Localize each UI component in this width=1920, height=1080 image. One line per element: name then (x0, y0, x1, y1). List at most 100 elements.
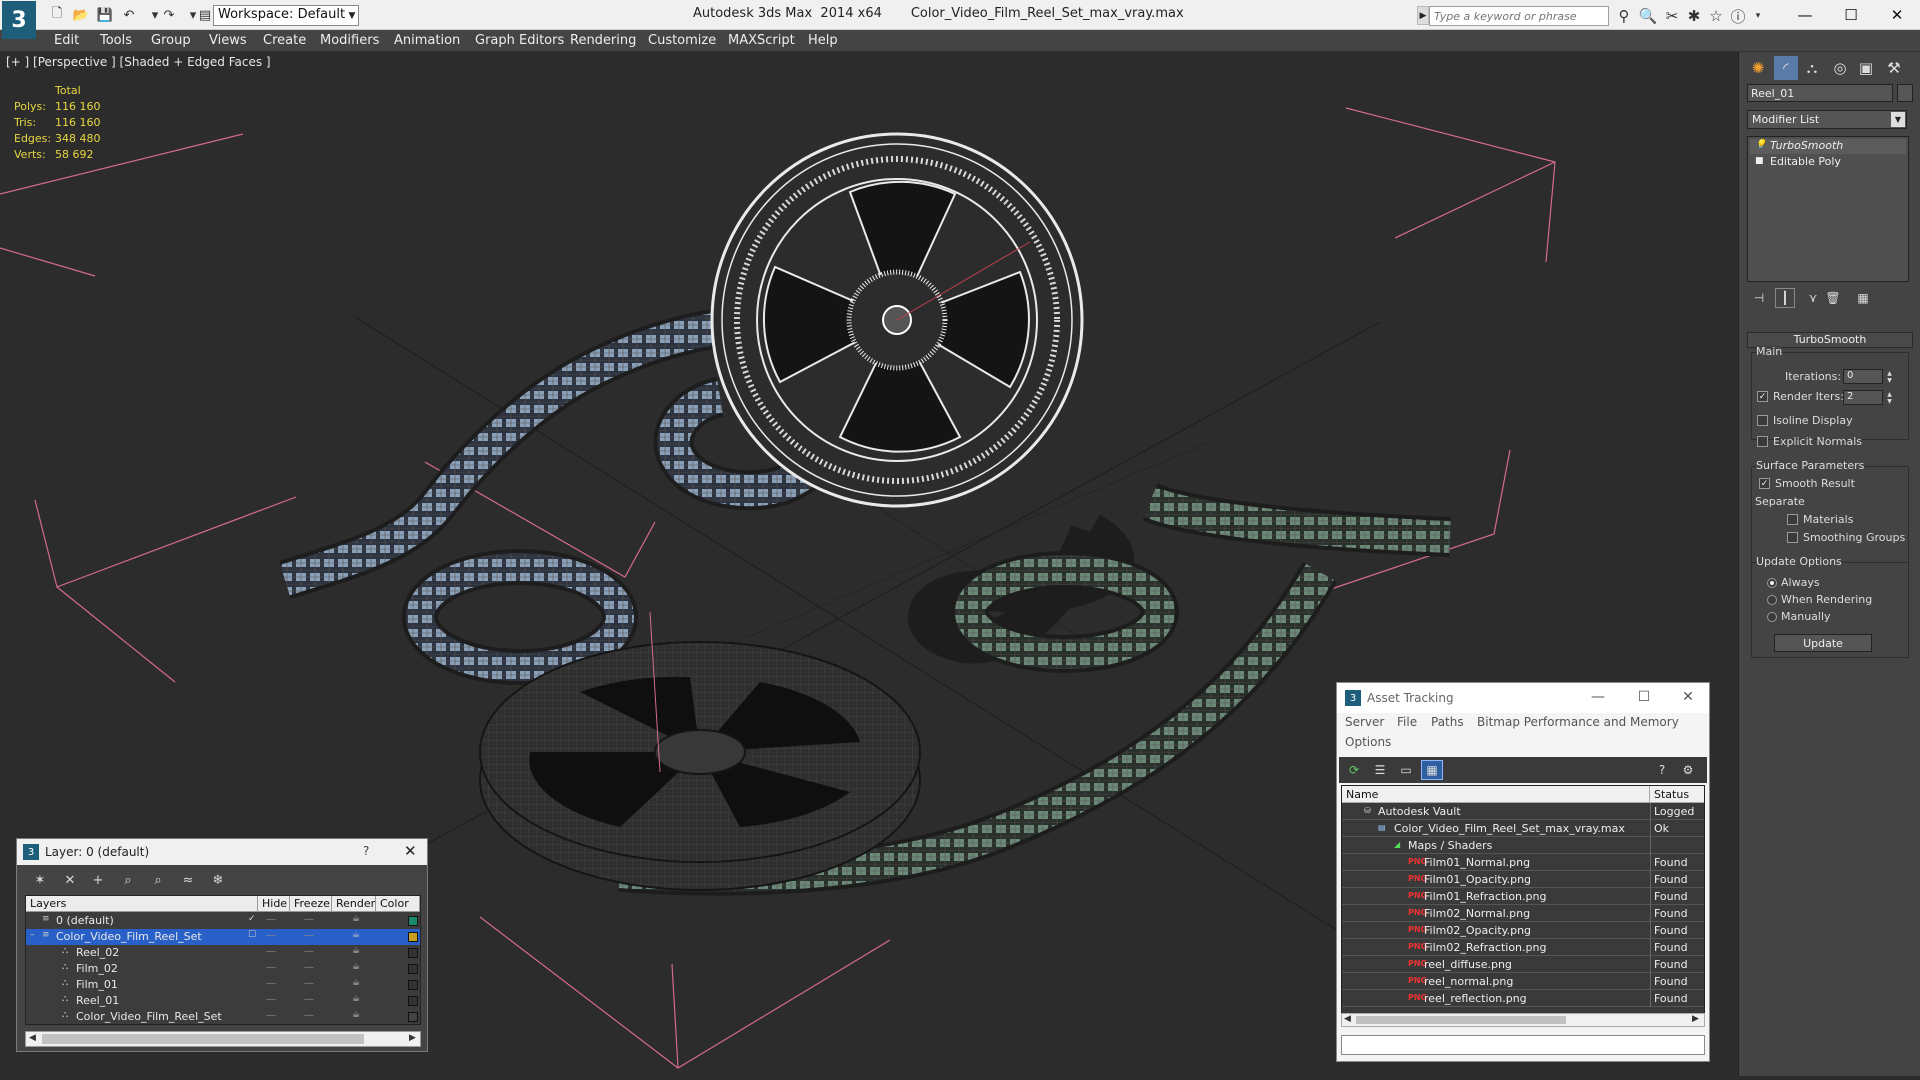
table-view-icon[interactable]: ▦ (1421, 760, 1443, 780)
freeze-toggle[interactable]: — (304, 1010, 314, 1021)
column-header-freeze[interactable]: Freeze (290, 896, 332, 912)
hide-toggle[interactable]: — (266, 994, 276, 1005)
chevron-down-icon[interactable]: ▾ (1748, 6, 1768, 26)
materials-checkbox[interactable] (1787, 514, 1798, 525)
layer-color-swatch[interactable] (408, 916, 418, 926)
list-view-icon[interactable]: ☰ (1369, 760, 1391, 780)
motion-tab-icon[interactable]: ◎ (1828, 56, 1852, 80)
hide-unhide-layers-icon[interactable]: ≈ (177, 870, 199, 890)
remove-modifier-icon[interactable]: 🗑 (1823, 288, 1843, 308)
minimize-icon[interactable]: — (1585, 689, 1611, 705)
render-teapot-icon[interactable]: ☕ (352, 930, 360, 940)
help-button[interactable]: ? (363, 844, 369, 858)
layer-color-swatch[interactable] (408, 996, 418, 1006)
hide-toggle[interactable]: — (266, 962, 276, 973)
menu-customize[interactable]: Customize (648, 33, 716, 48)
close-icon[interactable]: ✕ (404, 842, 417, 860)
menu-maxscript[interactable]: MAXScript (728, 33, 795, 48)
freeze-toggle[interactable]: — (304, 930, 314, 941)
undo-icon[interactable]: ↶ (120, 6, 138, 24)
scrollbar-thumb[interactable] (1356, 1016, 1566, 1024)
expand-plus-icon[interactable]: ■ (1755, 156, 1764, 166)
active-layer-check-icon[interactable]: ✓ (248, 914, 256, 924)
search-icon[interactable]: 🔍 (1638, 6, 1658, 26)
display-tab-icon[interactable]: ▣ (1854, 56, 1878, 80)
render-iters-checkbox[interactable]: ✓ (1757, 391, 1768, 402)
menu-animation[interactable]: Animation (394, 33, 460, 48)
menu-group[interactable]: Group (151, 33, 191, 48)
menu-modifiers[interactable]: Modifiers (320, 33, 379, 48)
utilities-tab-icon[interactable]: ⚒ (1882, 56, 1906, 80)
modifier-list-dropdown[interactable]: Modifier List (1747, 110, 1907, 129)
minimize-icon[interactable]: — (1782, 0, 1828, 30)
light-bulb-icon[interactable]: 💡 (1755, 140, 1766, 150)
app-logo-icon[interactable]: 3 (2, 1, 36, 39)
layer-color-swatch[interactable] (408, 932, 418, 942)
close-icon[interactable]: ✕ (1675, 689, 1701, 705)
asset-row[interactable]: PNG Film02_Opacity.png Found (1342, 922, 1704, 939)
collapse-icon[interactable]: – (30, 930, 35, 940)
modify-tab-icon[interactable]: ◜ (1774, 56, 1798, 80)
settings-icon[interactable]: ⚙ (1677, 760, 1699, 780)
chevron-down-icon[interactable]: ▼ (1891, 112, 1905, 127)
layer-color-swatch[interactable] (408, 1012, 418, 1022)
layer-row[interactable]: ⛬ Film_02 — — ☕ (26, 961, 420, 977)
layer-color-swatch[interactable] (408, 948, 418, 958)
asset-row[interactable]: PNG Film01_Opacity.png Found (1342, 871, 1704, 888)
update-always-radio[interactable] (1767, 578, 1777, 588)
render-teapot-icon[interactable]: ☕ (352, 994, 360, 1004)
asset-path-field[interactable] (1341, 1035, 1705, 1055)
column-header-name[interactable]: Name (1342, 786, 1650, 803)
chevron-down-icon[interactable]: ▼ (346, 6, 358, 25)
layer-row[interactable]: ⛬ Reel_01 — — ☕ (26, 993, 420, 1009)
hide-toggle[interactable]: — (266, 914, 276, 925)
explicit-normals-checkbox[interactable] (1757, 436, 1768, 447)
maximize-icon[interactable]: ☐ (1828, 0, 1874, 30)
thumbnail-view-icon[interactable]: ▭ (1395, 760, 1417, 780)
render-teapot-icon[interactable]: ☕ (352, 914, 360, 924)
menu-bitmap-performance[interactable]: Bitmap Performance and Memory (1477, 715, 1679, 729)
help-icon[interactable]: ? (1651, 760, 1673, 780)
refresh-icon[interactable]: ⟳ (1343, 760, 1365, 780)
scroll-right-icon[interactable]: ▶ (1692, 1014, 1699, 1024)
column-header-color[interactable]: Color (376, 896, 420, 912)
new-file-icon[interactable]: 🗋 (48, 6, 66, 24)
scroll-right-icon[interactable]: ▶ (409, 1033, 416, 1043)
render-iters-spinner[interactable]: 2 (1843, 390, 1883, 405)
asset-row[interactable]: PNG reel_normal.png Found (1342, 973, 1704, 990)
layer-row[interactable]: – ≡ Color_Video_Film_Reel_Set ☐ — — ☕ (26, 929, 420, 945)
render-teapot-icon[interactable]: ☕ (352, 978, 360, 988)
hide-toggle[interactable]: — (266, 946, 276, 957)
favorites-star-icon[interactable]: ☆ (1706, 6, 1726, 26)
column-header-status[interactable]: Status (1650, 786, 1704, 803)
subscription-icon[interactable]: ✂ (1662, 6, 1682, 26)
menu-server[interactable]: Server (1345, 715, 1384, 729)
freeze-toggle[interactable]: — (304, 978, 314, 989)
horizontal-scrollbar[interactable]: ◀ ▶ (25, 1031, 421, 1047)
spinner-arrows-icon[interactable]: ▲ ▼ (1885, 390, 1894, 405)
create-tab-icon[interactable]: ✺ (1746, 56, 1770, 80)
add-to-layer-icon[interactable]: + (87, 870, 109, 890)
redo-icon[interactable]: ↷ (160, 6, 178, 24)
layer-row[interactable]: ⛬ Film_01 — — ☕ (26, 977, 420, 993)
update-button[interactable]: Update (1774, 634, 1872, 652)
asset-row[interactable]: PNG Film02_Refraction.png Found (1342, 939, 1704, 956)
open-file-icon[interactable]: 📂 (72, 6, 90, 24)
render-teapot-icon[interactable]: ☕ (352, 962, 360, 972)
render-teapot-icon[interactable]: ☕ (352, 1010, 360, 1020)
search-input[interactable] (1429, 6, 1609, 26)
project-folder-icon[interactable]: ▤ (196, 6, 214, 24)
menu-graph-editors[interactable]: Graph Editors (475, 33, 564, 48)
asset-row[interactable]: PNG reel_reflection.png Found (1342, 990, 1704, 1007)
menu-help[interactable]: Help (808, 33, 838, 48)
object-name-field[interactable]: Reel_01 (1747, 84, 1893, 102)
layer-dialog-titlebar[interactable]: 3 Layer: 0 (default) ? ✕ (17, 839, 427, 865)
pin-stack-icon[interactable]: ⊣ (1749, 288, 1769, 308)
render-teapot-icon[interactable]: ☕ (352, 946, 360, 956)
column-header-hide[interactable]: Hide (258, 896, 290, 912)
select-layer-objects-icon[interactable]: ⌕ (117, 870, 139, 890)
menu-file[interactable]: File (1397, 715, 1417, 729)
chevron-right-icon[interactable]: ▶ (1417, 6, 1429, 25)
show-end-result-icon[interactable]: ┃ (1775, 288, 1795, 308)
save-file-icon[interactable]: 💾 (96, 6, 114, 24)
